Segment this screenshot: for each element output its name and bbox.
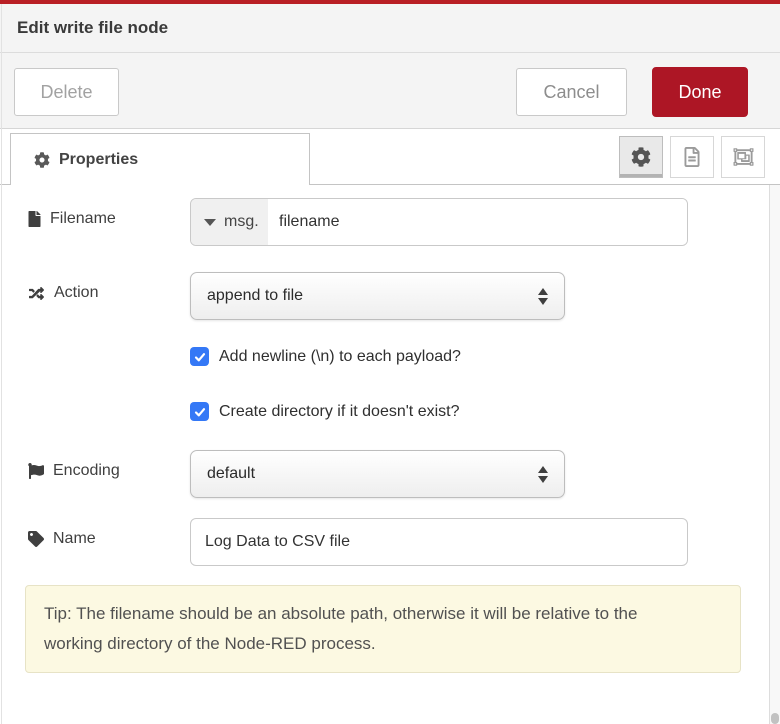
vertical-scrollbar[interactable] [769, 185, 780, 724]
description-tab-button[interactable] [670, 136, 714, 178]
document-icon [683, 147, 701, 167]
action-label: Action [28, 284, 98, 302]
action-selected-value: append to file [207, 287, 538, 305]
dialog-header: Edit write file node [0, 4, 780, 53]
checked-checkbox-icon[interactable] [190, 347, 209, 366]
mkdir-checkbox-label: Create directory if it doesn't exist? [219, 403, 460, 421]
done-button[interactable]: Done [652, 67, 748, 117]
object-group-icon [733, 147, 754, 167]
gear-icon [34, 152, 50, 168]
flag-icon [28, 463, 44, 479]
edit-write-file-node-dialog: Edit write file node Delete Cancel Done … [0, 0, 780, 724]
dialog-button-bar: Delete Cancel Done [0, 53, 780, 129]
action-select[interactable]: append to file [190, 272, 565, 320]
newline-checkbox-row[interactable]: Add newline (\n) to each payload? [190, 347, 461, 366]
properties-form: Filename msg. Action append to file Add [0, 185, 780, 724]
filename-typed-input: msg. [190, 198, 688, 246]
file-icon [28, 211, 41, 227]
caret-down-icon [204, 219, 216, 226]
checked-checkbox-icon[interactable] [190, 402, 209, 421]
dialog-title: Edit write file node [17, 18, 168, 38]
filename-input[interactable] [268, 199, 687, 245]
cancel-button[interactable]: Cancel [516, 68, 627, 116]
properties-tab-button[interactable] [619, 136, 663, 178]
newline-checkbox-label: Add newline (\n) to each payload? [219, 348, 461, 366]
name-input[interactable] [190, 518, 688, 566]
shuffle-icon [28, 286, 45, 301]
delete-button[interactable]: Delete [14, 68, 119, 116]
tab-properties-label: Properties [59, 151, 138, 169]
scrollbar-thumb[interactable] [771, 713, 779, 724]
mkdir-checkbox-row[interactable]: Create directory if it doesn't exist? [190, 402, 460, 421]
form-tip-text: Tip: The filename should be an absolute … [44, 599, 689, 659]
tab-properties[interactable]: Properties [10, 133, 310, 185]
gear-icon [631, 147, 651, 167]
encoding-label: Encoding [28, 462, 120, 480]
filename-label: Filename [28, 210, 116, 228]
filename-type-label: msg. [224, 213, 259, 231]
select-stepper-icon [538, 288, 548, 305]
filename-type-select[interactable]: msg. [191, 199, 268, 245]
name-label: Name [28, 530, 96, 548]
appearance-tab-button[interactable] [721, 136, 765, 178]
dialog-left-edge [1, 4, 2, 724]
editor-tab-bar: Properties [0, 129, 780, 185]
encoding-selected-value: default [207, 465, 538, 483]
form-tip: Tip: The filename should be an absolute … [25, 585, 741, 673]
select-stepper-icon [538, 466, 548, 483]
tag-icon [28, 531, 44, 547]
encoding-select[interactable]: default [190, 450, 565, 498]
